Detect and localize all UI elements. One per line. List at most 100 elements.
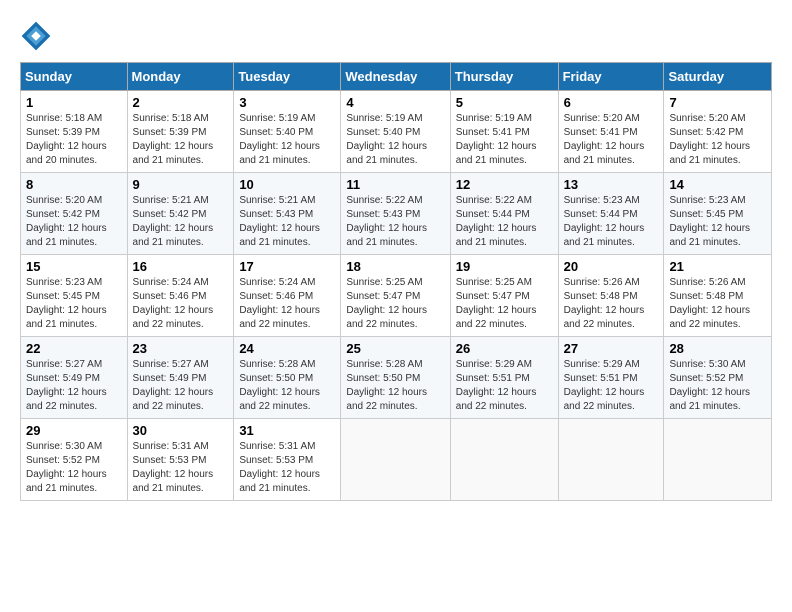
calendar-cell: 15 Sunrise: 5:23 AM Sunset: 5:45 PM Dayli… xyxy=(21,255,128,337)
day-info: Sunrise: 5:18 AM Sunset: 5:39 PM Dayligh… xyxy=(133,112,229,168)
day-info: Sunrise: 5:31 AM Sunset: 5:53 PM Dayligh… xyxy=(239,440,335,496)
header xyxy=(20,20,772,52)
day-number: 14 xyxy=(669,177,766,192)
calendar-cell: 16 Sunrise: 5:24 AM Sunset: 5:46 PM Dayli… xyxy=(127,255,234,337)
day-number: 12 xyxy=(456,177,553,192)
day-number: 19 xyxy=(456,259,553,274)
calendar-cell: 18 Sunrise: 5:25 AM Sunset: 5:47 PM Dayli… xyxy=(341,255,450,337)
day-number: 11 xyxy=(346,177,444,192)
calendar-cell: 21 Sunrise: 5:26 AM Sunset: 5:48 PM Dayli… xyxy=(664,255,772,337)
logo xyxy=(20,20,56,52)
day-info: Sunrise: 5:19 AM Sunset: 5:40 PM Dayligh… xyxy=(346,112,444,168)
calendar-cell: 1 Sunrise: 5:18 AM Sunset: 5:39 PM Daylig… xyxy=(21,91,128,173)
calendar-cell: 8 Sunrise: 5:20 AM Sunset: 5:42 PM Daylig… xyxy=(21,173,128,255)
week-row-1: 1 Sunrise: 5:18 AM Sunset: 5:39 PM Daylig… xyxy=(21,91,772,173)
day-info: Sunrise: 5:27 AM Sunset: 5:49 PM Dayligh… xyxy=(26,358,122,414)
calendar-cell: 2Sunrise: 5:18 AM Sunset: 5:39 PM Daylig… xyxy=(127,91,234,173)
calendar-cell: 6Sunrise: 5:20 AM Sunset: 5:41 PM Daylig… xyxy=(558,91,664,173)
day-info: Sunrise: 5:24 AM Sunset: 5:46 PM Dayligh… xyxy=(133,276,229,332)
week-row-4: 22 Sunrise: 5:27 AM Sunset: 5:49 PM Dayli… xyxy=(21,337,772,419)
week-row-2: 8 Sunrise: 5:20 AM Sunset: 5:42 PM Daylig… xyxy=(21,173,772,255)
day-number: 22 xyxy=(26,341,122,356)
day-number: 23 xyxy=(133,341,229,356)
calendar-cell: 19 Sunrise: 5:25 AM Sunset: 5:47 PM Dayli… xyxy=(450,255,558,337)
day-header-saturday: Saturday xyxy=(664,63,772,91)
day-info: Sunrise: 5:19 AM Sunset: 5:40 PM Dayligh… xyxy=(239,112,335,168)
calendar-cell: 3 Sunrise: 5:19 AM Sunset: 5:40 PM Daylig… xyxy=(234,91,341,173)
day-header-sunday: Sunday xyxy=(21,63,128,91)
day-info: Sunrise: 5:22 AM Sunset: 5:43 PM Dayligh… xyxy=(346,194,444,250)
day-info: Sunrise: 5:30 AM Sunset: 5:52 PM Dayligh… xyxy=(26,440,122,496)
day-info: Sunrise: 5:23 AM Sunset: 5:45 PM Dayligh… xyxy=(26,276,122,332)
calendar-cell: 12 Sunrise: 5:22 AM Sunset: 5:44 PM Dayli… xyxy=(450,173,558,255)
calendar-header: SundayMondayTuesdayWednesdayThursdayFrid… xyxy=(21,63,772,91)
day-info: Sunrise: 5:27 AM Sunset: 5:49 PM Dayligh… xyxy=(133,358,229,414)
calendar-cell: 10 Sunrise: 5:21 AM Sunset: 5:43 PM Dayli… xyxy=(234,173,341,255)
calendar-cell: 27 Sunrise: 5:29 AM Sunset: 5:51 PM Dayli… xyxy=(558,337,664,419)
calendar-cell: 17 Sunrise: 5:24 AM Sunset: 5:46 PM Dayli… xyxy=(234,255,341,337)
day-number: 15 xyxy=(26,259,122,274)
calendar-cell: 22 Sunrise: 5:27 AM Sunset: 5:49 PM Dayli… xyxy=(21,337,128,419)
calendar-cell: 5 Sunrise: 5:19 AM Sunset: 5:41 PM Daylig… xyxy=(450,91,558,173)
day-info: Sunrise: 5:25 AM Sunset: 5:47 PM Dayligh… xyxy=(456,276,553,332)
day-number: 17 xyxy=(239,259,335,274)
day-number: 20 xyxy=(564,259,659,274)
day-info: Sunrise: 5:26 AM Sunset: 5:48 PM Dayligh… xyxy=(564,276,659,332)
day-info: Sunrise: 5:28 AM Sunset: 5:50 PM Dayligh… xyxy=(239,358,335,414)
day-info: Sunrise: 5:31 AM Sunset: 5:53 PM Dayligh… xyxy=(133,440,229,496)
calendar-cell: 9 Sunrise: 5:21 AM Sunset: 5:42 PM Daylig… xyxy=(127,173,234,255)
calendar-cell: 26 Sunrise: 5:29 AM Sunset: 5:51 PM Dayli… xyxy=(450,337,558,419)
calendar-cell: 30 Sunrise: 5:31 AM Sunset: 5:53 PM Dayli… xyxy=(127,419,234,501)
day-number: 25 xyxy=(346,341,444,356)
day-number: 26 xyxy=(456,341,553,356)
calendar-cell: 20 Sunrise: 5:26 AM Sunset: 5:48 PM Dayli… xyxy=(558,255,664,337)
day-header-friday: Friday xyxy=(558,63,664,91)
day-number: 9 xyxy=(133,177,229,192)
day-number: 31 xyxy=(239,423,335,438)
day-number: 8 xyxy=(26,177,122,192)
header-row: SundayMondayTuesdayWednesdayThursdayFrid… xyxy=(21,63,772,91)
day-number: 4 xyxy=(346,95,444,110)
day-number: 18 xyxy=(346,259,444,274)
day-info: Sunrise: 5:20 AM Sunset: 5:42 PM Dayligh… xyxy=(669,112,766,168)
day-info: Sunrise: 5:30 AM Sunset: 5:52 PM Dayligh… xyxy=(669,358,766,414)
day-info: Sunrise: 5:29 AM Sunset: 5:51 PM Dayligh… xyxy=(564,358,659,414)
calendar-cell xyxy=(341,419,450,501)
logo-icon xyxy=(20,20,52,52)
day-info: Sunrise: 5:28 AM Sunset: 5:50 PM Dayligh… xyxy=(346,358,444,414)
calendar-cell: 14Sunrise: 5:23 AM Sunset: 5:45 PM Dayli… xyxy=(664,173,772,255)
day-header-monday: Monday xyxy=(127,63,234,91)
day-info: Sunrise: 5:23 AM Sunset: 5:44 PM Dayligh… xyxy=(564,194,659,250)
day-info: Sunrise: 5:20 AM Sunset: 5:42 PM Dayligh… xyxy=(26,194,122,250)
calendar-cell: 24Sunrise: 5:28 AM Sunset: 5:50 PM Dayli… xyxy=(234,337,341,419)
calendar-cell: 13 Sunrise: 5:23 AM Sunset: 5:44 PM Dayli… xyxy=(558,173,664,255)
calendar-cell xyxy=(664,419,772,501)
day-number: 30 xyxy=(133,423,229,438)
day-number: 6 xyxy=(564,95,659,110)
day-info: Sunrise: 5:22 AM Sunset: 5:44 PM Dayligh… xyxy=(456,194,553,250)
day-header-tuesday: Tuesday xyxy=(234,63,341,91)
day-info: Sunrise: 5:21 AM Sunset: 5:43 PM Dayligh… xyxy=(239,194,335,250)
day-info: Sunrise: 5:26 AM Sunset: 5:48 PM Dayligh… xyxy=(669,276,766,332)
calendar-cell: 29 Sunrise: 5:30 AM Sunset: 5:52 PM Dayli… xyxy=(21,419,128,501)
day-info: Sunrise: 5:21 AM Sunset: 5:42 PM Dayligh… xyxy=(133,194,229,250)
day-number: 16 xyxy=(133,259,229,274)
day-info: Sunrise: 5:19 AM Sunset: 5:41 PM Dayligh… xyxy=(456,112,553,168)
day-info: Sunrise: 5:24 AM Sunset: 5:46 PM Dayligh… xyxy=(239,276,335,332)
day-number: 10 xyxy=(239,177,335,192)
calendar-cell xyxy=(450,419,558,501)
day-info: Sunrise: 5:18 AM Sunset: 5:39 PM Dayligh… xyxy=(26,112,122,168)
day-info: Sunrise: 5:29 AM Sunset: 5:51 PM Dayligh… xyxy=(456,358,553,414)
day-number: 21 xyxy=(669,259,766,274)
day-info: Sunrise: 5:25 AM Sunset: 5:47 PM Dayligh… xyxy=(346,276,444,332)
day-number: 13 xyxy=(564,177,659,192)
day-number: 28 xyxy=(669,341,766,356)
day-number: 27 xyxy=(564,341,659,356)
calendar-cell: 25 Sunrise: 5:28 AM Sunset: 5:50 PM Dayli… xyxy=(341,337,450,419)
day-number: 5 xyxy=(456,95,553,110)
day-number: 3 xyxy=(239,95,335,110)
day-number: 1 xyxy=(26,95,122,110)
day-number: 29 xyxy=(26,423,122,438)
calendar-cell: 11 Sunrise: 5:22 AM Sunset: 5:43 PM Dayli… xyxy=(341,173,450,255)
calendar-cell: 7Sunrise: 5:20 AM Sunset: 5:42 PM Daylig… xyxy=(664,91,772,173)
